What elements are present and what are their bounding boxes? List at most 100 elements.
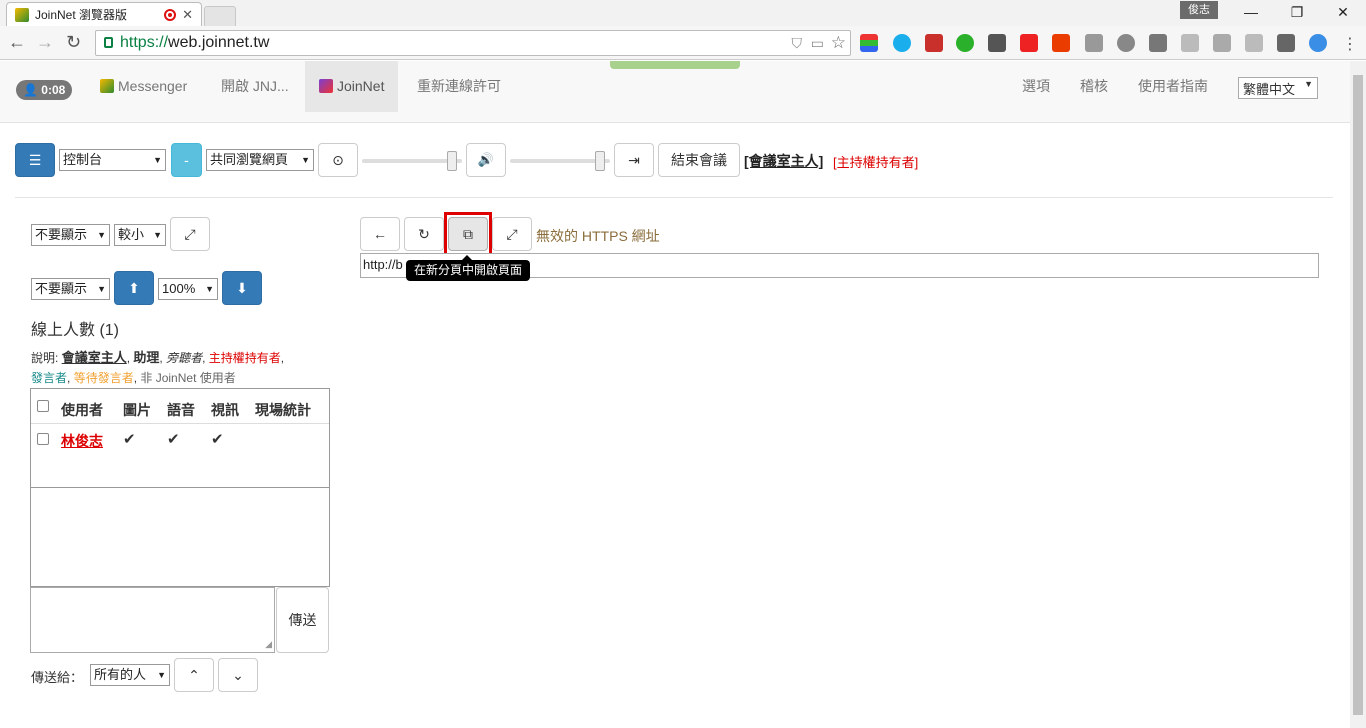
console-select-value: 控制台 bbox=[63, 152, 103, 167]
speaker-button[interactable]: 🔊 bbox=[466, 143, 506, 177]
session-timer: 👤 0:08 bbox=[16, 80, 73, 100]
nav-options[interactable]: 選項 bbox=[1008, 61, 1064, 112]
zoom-select[interactable]: 100% ▼ bbox=[158, 278, 218, 300]
expand-icon: ⤢ bbox=[506, 226, 518, 242]
book-extension-icon[interactable] bbox=[925, 34, 943, 52]
legend-waiting: 等待發言者 bbox=[73, 371, 134, 385]
m-extension-icon[interactable] bbox=[1117, 34, 1135, 52]
row-picture-check-icon: ✔ bbox=[123, 431, 136, 448]
participants-table: 使用者 圖片 語音 視訊 現場統計 林俊志 ✔ ✔ ✔ bbox=[30, 388, 330, 488]
send-button[interactable]: 傳送 bbox=[276, 587, 329, 653]
url-text: https://web.joinnet.tw bbox=[120, 34, 269, 52]
col-video: 視訊 bbox=[211, 402, 239, 418]
send-to-select[interactable]: 所有的人 ▼ bbox=[90, 664, 170, 686]
leave-button[interactable]: ⇥ bbox=[614, 143, 654, 177]
drive-icon[interactable] bbox=[1213, 34, 1231, 52]
chat-input[interactable]: ◢ bbox=[30, 587, 275, 653]
record-button[interactable]: ⊙ bbox=[318, 143, 358, 177]
row-user[interactable]: 林俊志 bbox=[61, 431, 103, 451]
lock-icon bbox=[104, 37, 113, 48]
browser-tab-bar: JoinNet 瀏覽器版 ✕ 俊志 — ❐ ✕ bbox=[0, 0, 1366, 26]
joinnet-favicon-icon bbox=[15, 7, 29, 22]
cobrowse-select[interactable]: 共同瀏覽網頁 ▼ bbox=[206, 149, 314, 171]
end-meeting-label: 結束會議 bbox=[671, 152, 727, 168]
exif-icon[interactable] bbox=[1245, 34, 1263, 52]
cloud-icon[interactable] bbox=[1309, 34, 1327, 52]
speaker-volume-thumb[interactable] bbox=[595, 151, 605, 171]
nav-user-guide[interactable]: 使用者指南 bbox=[1124, 61, 1222, 112]
lite-extension-icon[interactable] bbox=[988, 34, 1006, 52]
tampermonkey-icon[interactable] bbox=[1277, 34, 1295, 52]
camera-icon[interactable]: ▭ bbox=[811, 35, 824, 52]
minimize-icon[interactable]: — bbox=[1228, 0, 1274, 26]
display-select-2-value: 不要顯示 bbox=[35, 281, 88, 296]
nav-open-jnj[interactable]: 開啟 JNJ... bbox=[207, 61, 303, 112]
zoom-out-button[interactable]: ⬇ bbox=[222, 271, 262, 305]
s-extension-icon[interactable] bbox=[1149, 34, 1167, 52]
mic-volume-thumb[interactable] bbox=[447, 151, 457, 171]
reload-icon[interactable]: ↻ bbox=[66, 32, 81, 52]
arrow-circle-down-icon: ⬇ bbox=[236, 280, 248, 296]
table-row[interactable]: 林俊志 ✔ ✔ ✔ bbox=[31, 425, 329, 455]
refresh-icon: ↻ bbox=[418, 226, 430, 242]
nav-joinnet[interactable]: JoinNet bbox=[305, 61, 399, 112]
col-picture: 圖片 bbox=[123, 402, 151, 418]
resize-grip-icon[interactable]: ◢ bbox=[265, 639, 272, 650]
browser-back-button[interactable]: ← bbox=[360, 217, 400, 251]
select-all-checkbox[interactable] bbox=[37, 400, 49, 412]
row-voice-check-icon: ✔ bbox=[167, 431, 180, 448]
row-video-check-icon: ✔ bbox=[211, 431, 224, 448]
back-icon[interactable]: ← bbox=[8, 32, 26, 52]
menu-button[interactable]: ☰ bbox=[15, 143, 55, 177]
browser-refresh-button[interactable]: ↻ bbox=[404, 217, 444, 251]
shield-icon[interactable]: ⛉ bbox=[792, 35, 803, 52]
expand-button[interactable]: ⤢ bbox=[170, 217, 210, 251]
scroll-up-button[interactable]: ⌃ bbox=[174, 658, 214, 692]
row-checkbox[interactable] bbox=[37, 433, 49, 445]
display-select-1[interactable]: 不要顯示 ▼ bbox=[31, 224, 110, 246]
chat-log[interactable] bbox=[30, 487, 330, 587]
tab-close-icon[interactable]: ✕ bbox=[182, 7, 193, 23]
url-omnibox[interactable]: https://web.joinnet.tw ⛉ ▭ ☆ bbox=[95, 30, 851, 56]
scroll-down-button[interactable]: ⌄ bbox=[218, 658, 258, 692]
end-meeting-button[interactable]: 結束會議 bbox=[658, 143, 740, 177]
caret-down-icon: ▼ bbox=[157, 670, 166, 680]
extension-light-icon[interactable] bbox=[1181, 34, 1199, 52]
joinnet-icon bbox=[319, 79, 333, 93]
legend-assistant: 助理 bbox=[133, 350, 160, 365]
restore-icon[interactable]: ❐ bbox=[1274, 0, 1320, 26]
extension-gray-icon[interactable] bbox=[1085, 34, 1103, 52]
skype-icon[interactable] bbox=[893, 34, 911, 52]
profile-badge[interactable]: 俊志 bbox=[1180, 1, 1218, 19]
extension-palette-icon[interactable] bbox=[860, 34, 878, 52]
record-icon: ⊙ bbox=[332, 152, 344, 168]
close-window-icon[interactable]: ✕ bbox=[1320, 0, 1366, 26]
browser-fullscreen-button[interactable]: ⤢ bbox=[492, 217, 532, 251]
console-select[interactable]: 控制台 ▼ bbox=[59, 149, 166, 171]
menu-dots-icon[interactable]: ⋮ bbox=[1342, 34, 1358, 54]
browser-tab[interactable]: JoinNet 瀏覽器版 ✕ bbox=[6, 2, 202, 26]
language-select[interactable]: 繁體中文 ▼ bbox=[1238, 77, 1318, 99]
tab-title: JoinNet 瀏覽器版 bbox=[35, 8, 128, 22]
size-select[interactable]: 較小 ▼ bbox=[114, 224, 166, 246]
zoom-in-button[interactable]: ⬆ bbox=[114, 271, 154, 305]
nav-open-jnj-label: 開啟 JNJ... bbox=[221, 78, 289, 94]
scrollbar-thumb[interactable] bbox=[1353, 75, 1363, 715]
nav-messenger[interactable]: Messenger bbox=[86, 61, 201, 112]
caret-down-icon: ▼ bbox=[205, 284, 214, 294]
app-navbar: 👤 0:08 Messenger 開啟 JNJ... JoinNet 重新連線許… bbox=[0, 61, 1350, 123]
forward-icon[interactable]: → bbox=[36, 32, 54, 52]
new-tab-button[interactable] bbox=[204, 6, 236, 26]
display-select-1-value: 不要顯示 bbox=[35, 227, 88, 242]
nav-audit[interactable]: 稽核 bbox=[1066, 61, 1122, 112]
minus-button[interactable]: - bbox=[171, 143, 202, 177]
role-moderator-label: [主持權持有者] bbox=[833, 155, 919, 170]
chat-bubble-icon[interactable] bbox=[956, 34, 974, 52]
page-scrollbar[interactable] bbox=[1350, 61, 1366, 728]
bookmark-star-icon[interactable]: ☆ bbox=[831, 33, 846, 53]
display-select-2[interactable]: 不要顯示 ▼ bbox=[31, 278, 110, 300]
office-icon[interactable] bbox=[1052, 34, 1070, 52]
nav-reconnect-permission[interactable]: 重新連線許可 bbox=[403, 61, 515, 112]
pdf-icon[interactable] bbox=[1020, 34, 1038, 52]
hamburger-icon: ☰ bbox=[28, 152, 42, 168]
